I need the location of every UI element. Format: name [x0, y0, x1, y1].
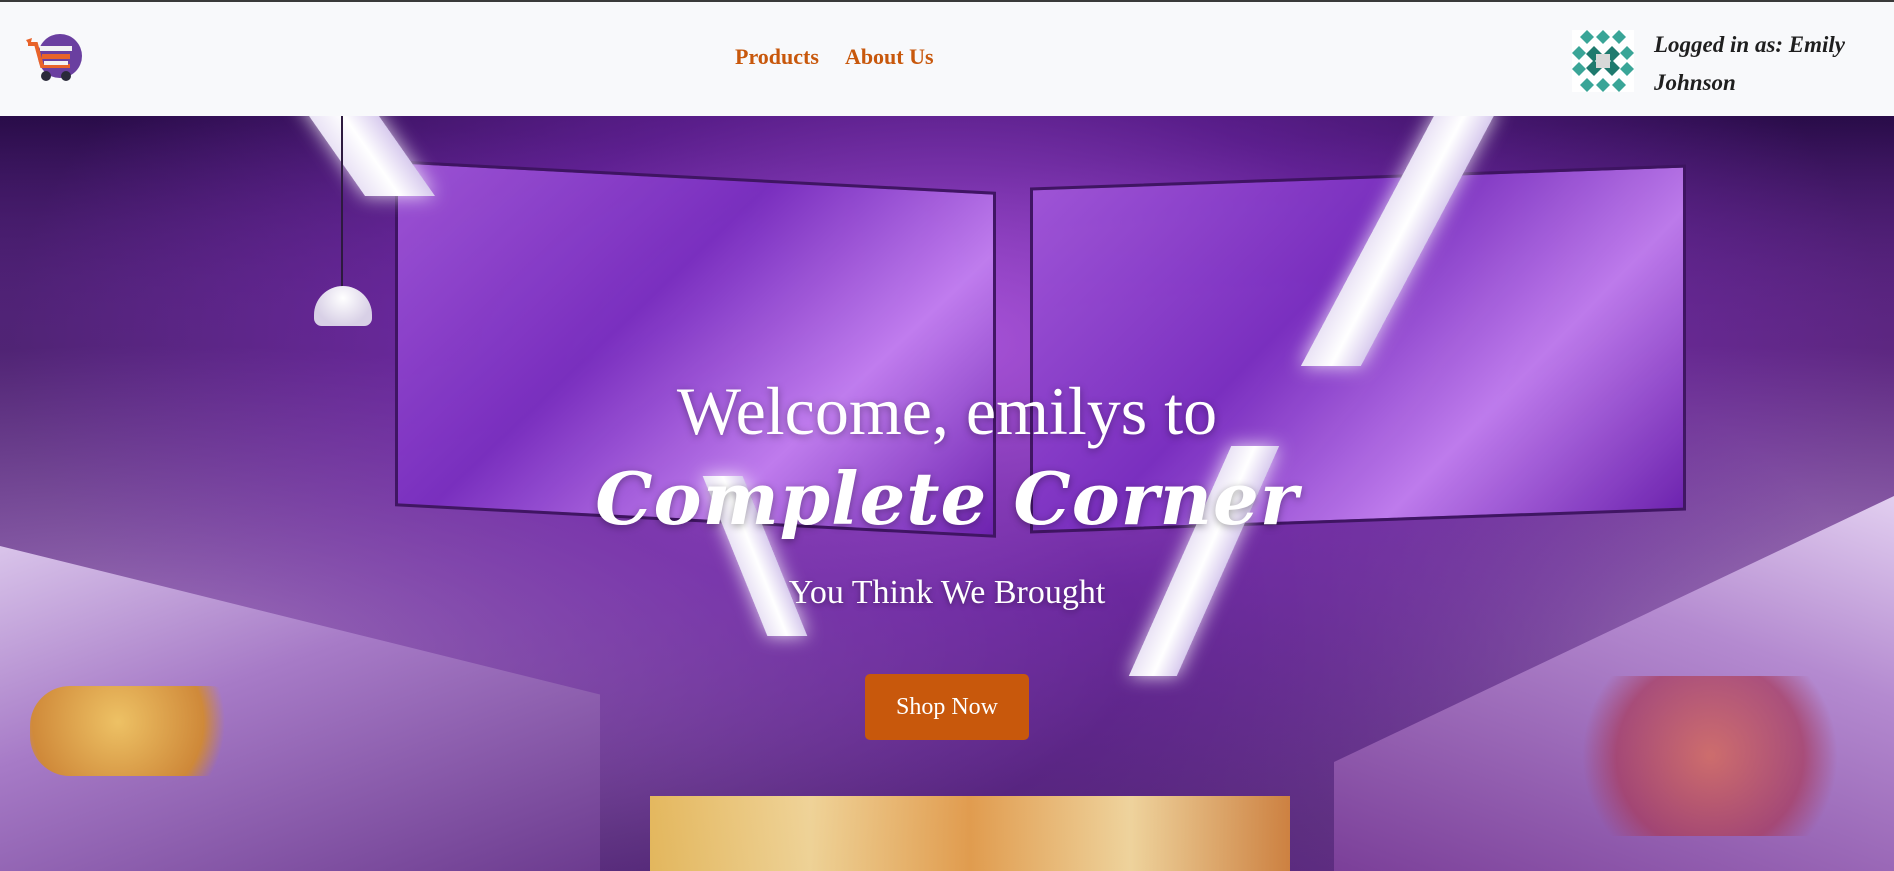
main-nav: Products About Us [735, 44, 956, 74]
shop-now-button[interactable]: Shop Now [865, 674, 1029, 740]
brand-name: Complete Corner [595, 456, 1299, 541]
shopping-cart-icon[interactable] [24, 30, 88, 86]
hero-content: Welcome, emilys to Complete Corner You T… [0, 116, 1894, 871]
welcome-heading: Welcome, emilys to [676, 373, 1218, 449]
tagline: You Think We Brought [788, 574, 1106, 611]
logged-in-text: Logged in as: Emily Johnson [1654, 32, 1846, 95]
avatar[interactable] [1572, 30, 1634, 92]
hero-banner: Welcome, emilys to Complete Corner You T… [0, 116, 1894, 871]
nav-products-link[interactable]: Products [735, 44, 819, 70]
user-info: Logged in as: Emily Johnson [1572, 26, 1892, 96]
nav-about-us-link[interactable]: About Us [845, 44, 934, 70]
site-header: Products About Us Logged in as: Emily Jo… [0, 2, 1894, 116]
